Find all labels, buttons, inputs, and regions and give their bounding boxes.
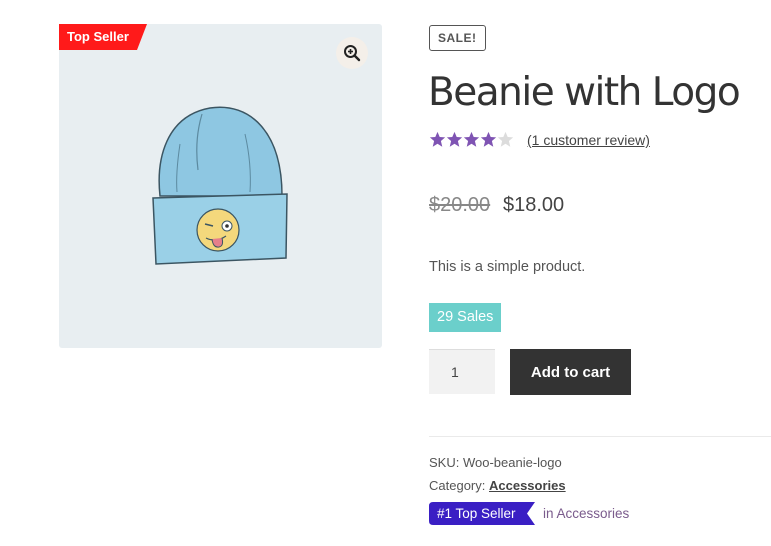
zoom-button[interactable]: [336, 37, 368, 69]
sku-line: SKU: Woo-beanie-logo: [429, 455, 562, 470]
add-to-cart-button[interactable]: Add to cart: [510, 349, 631, 395]
customer-review-link[interactable]: (1 customer review): [527, 132, 650, 148]
quantity-input[interactable]: [429, 349, 495, 394]
old-price: $20.00: [429, 194, 491, 216]
product-title: Beanie with Logo: [428, 70, 741, 115]
sku-value: Woo-beanie-logo: [462, 455, 562, 470]
category-label: Category:: [429, 478, 486, 493]
sale-badge: SALE!: [429, 25, 486, 51]
star-icon: [429, 131, 446, 147]
star-icon: [463, 131, 480, 147]
category-link[interactable]: Accessories: [489, 478, 566, 493]
beanie-image: [152, 106, 288, 265]
star-icon: [446, 131, 463, 147]
magnifier-plus-icon: [344, 45, 361, 62]
divider: [429, 436, 771, 437]
ribbon-label: Top Seller: [67, 29, 129, 44]
sale-price: $18.00: [503, 194, 565, 216]
top-seller-ribbon: Top Seller: [59, 24, 147, 50]
star-icon: [480, 131, 497, 147]
category-line: Category: Accessories: [429, 478, 566, 493]
badge-label: #1 Top Seller: [437, 506, 516, 521]
star-empty-icon: [497, 131, 514, 147]
sales-count-badge: 29 Sales: [429, 303, 502, 332]
star-rating: [429, 131, 514, 148]
short-description: This is a simple product.: [429, 259, 586, 275]
badge-category-link[interactable]: in Accessories: [543, 506, 629, 521]
sku-label: SKU:: [429, 455, 460, 470]
